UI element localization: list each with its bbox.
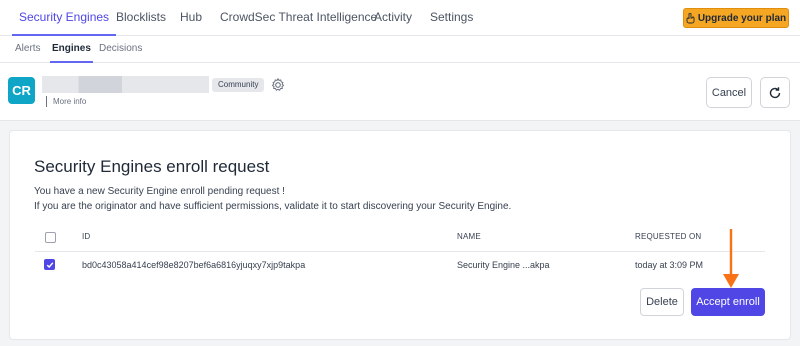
arrow-down-icon <box>723 229 739 288</box>
avatar: CR <box>8 77 35 104</box>
column-header-id: ID <box>82 232 91 241</box>
tab-activity[interactable]: Activity <box>374 0 412 36</box>
plan-badge: Community <box>212 78 265 92</box>
enroll-message-line-2: If you are the originator and have suffi… <box>34 201 512 212</box>
gear-icon[interactable] <box>270 77 286 93</box>
refresh-icon <box>769 86 781 98</box>
refresh-button[interactable] <box>760 77 790 108</box>
top-navigation: Security Engines Blocklists Hub CrowdSec… <box>0 0 800 36</box>
row-name: Security Engine ...akpa <box>457 260 550 270</box>
tab-security-engines[interactable]: Security Engines <box>12 0 117 36</box>
tab-threat-intelligence[interactable]: CrowdSec Threat Intelligence <box>220 0 377 36</box>
upgrade-plan-label: Upgrade your plan <box>697 12 787 24</box>
subtab-alerts[interactable]: Alerts <box>15 36 41 63</box>
row-id: bd0c43058a414cef98e8207bef6a6816yjuqxy7x… <box>82 260 306 270</box>
tab-hub[interactable]: Hub <box>180 0 202 36</box>
sub-navigation: Alerts Engines Decisions <box>0 36 800 63</box>
engine-header: CR Community More info Cancel <box>0 63 800 121</box>
hand-pointer-icon <box>686 12 695 23</box>
accept-enroll-button[interactable]: Accept enroll <box>691 288 765 316</box>
column-header-name: NAME <box>457 232 481 241</box>
delete-button[interactable]: Delete <box>640 288 684 316</box>
subtab-decisions[interactable]: Decisions <box>99 36 142 63</box>
select-all-checkbox[interactable] <box>45 232 56 243</box>
tab-blocklists[interactable]: Blocklists <box>116 0 166 36</box>
more-info-link[interactable]: More info <box>46 96 86 107</box>
engine-name-redacted <box>42 76 209 93</box>
subtab-engines[interactable]: Engines <box>50 36 93 63</box>
row-checkbox[interactable] <box>44 259 55 270</box>
enroll-request-card: Security Engines enroll request You have… <box>9 130 791 340</box>
enroll-message-line-1: You have a new Security Engine enroll pe… <box>34 186 285 197</box>
row-requested-on: today at 3:09 PM <box>635 260 704 270</box>
card-title: Security Engines enroll request <box>34 157 270 176</box>
table-divider <box>35 251 765 252</box>
tab-settings[interactable]: Settings <box>430 0 473 36</box>
checkmark-icon <box>46 261 53 268</box>
upgrade-plan-button[interactable]: Upgrade your plan <box>683 8 789 28</box>
column-header-requested-on: REQUESTED ON <box>635 232 702 241</box>
cancel-button[interactable]: Cancel <box>706 77 752 108</box>
